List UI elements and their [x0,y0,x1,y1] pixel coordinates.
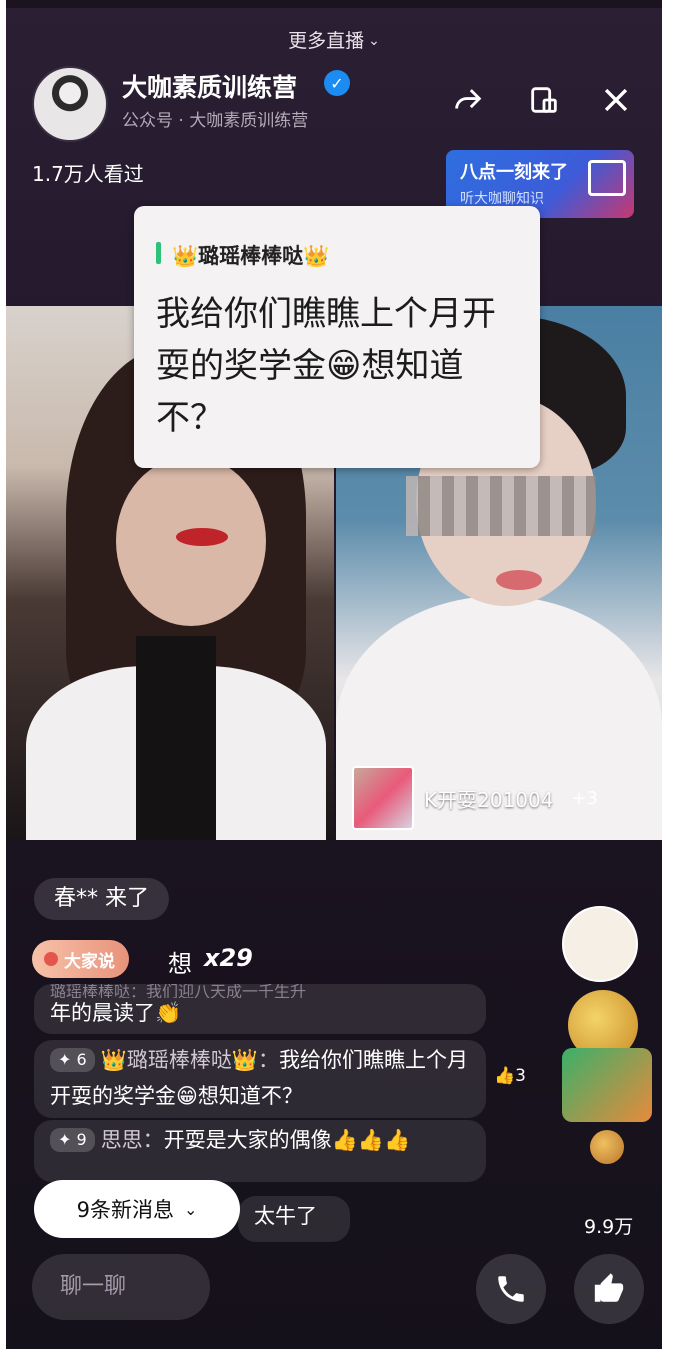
chat-message: ✦ 9 思思：开耍是大家的偶像👍👍👍 [34,1120,486,1182]
thumbs-up-icon [594,1273,624,1302]
gift-pill-label: 大家说 [64,951,115,972]
green-accent-bar [156,242,161,264]
chat-message-text: 开耍是大家的偶像👍👍👍 [163,1128,411,1152]
user-level-badge: ✦ 9 [50,1128,95,1152]
status-bar [6,0,662,8]
host-lips [176,528,228,546]
verified-badge-icon: ✓ [324,70,350,96]
chat-message: 太牛了 [238,1196,350,1242]
small-emoji-icon[interactable] [590,1130,624,1164]
total-likes: 9.9万 [584,1216,634,1238]
phone-video-icon [498,1276,524,1302]
message-like-count[interactable]: 👍3 [494,1066,526,1086]
float-window-icon [531,87,557,113]
share-icon [455,89,482,109]
chat-username[interactable]: 👑璐瑶棒棒哒👑： [101,1048,279,1072]
share-button[interactable] [446,78,490,122]
more-live-label: 更多直播 [288,30,365,52]
pinned-message-text: 我给你们瞧瞧上个月开耍的奖学金😁想知道不？ [156,294,496,438]
guest-name: K开耍201004 [424,787,554,812]
chat-message: 璐瑶棒棒哒：我们迎八天成一千生升 年的晨读了👏 [34,984,486,1034]
promo-graphic-icon [588,160,626,196]
float-window-button[interactable] [522,78,566,122]
close-icon [604,88,628,112]
new-messages-label: 9条新消息 [76,1198,174,1222]
host-jacket [136,636,216,840]
close-button[interactable] [594,78,638,122]
join-notice: 春** 来了 [34,878,169,920]
guest-extra-count: +3 [571,787,599,809]
thumbs-up-icon: 👍 [494,1066,516,1086]
guest-lips [496,570,542,590]
chat-message-text: 太牛了 [254,1204,317,1228]
chat-message-text: 年的晨读了👏 [50,1001,182,1025]
voice-call-button[interactable] [476,1254,546,1324]
guest-thumbnail [352,766,414,830]
thumbs-up-sticker-icon[interactable] [562,1048,652,1122]
pinned-message-bubble: 👑璐瑶棒棒哒👑 我给你们瞧瞧上个月开耍的奖学金😁想知道不？ [134,206,540,468]
combo-word: 想 [168,950,192,978]
host-subtitle: 公众号 · 大咖素质训练营 [122,111,309,131]
viewer-count: 1.7万人看过 [32,162,144,186]
host-avatar[interactable] [32,66,108,142]
chat-username[interactable]: 思思： [101,1128,164,1152]
gift-pill: 大家说 [32,940,129,978]
promo-subtitle: 听大咖聊知识 [460,191,544,207]
promo-title: 八点一刻来了 [460,162,568,183]
new-messages-button[interactable]: 9条新消息 ⌄ [34,1180,240,1238]
chat-faded-line: 璐瑶棒棒哒：我们迎八天成一千生升 [50,984,307,998]
like-button[interactable] [574,1254,644,1324]
gift-dot-icon [44,952,58,966]
guest-info[interactable]: K开耍201004 +3 [352,766,598,830]
user-level-badge: ✦ 6 [50,1048,95,1072]
host-name[interactable]: 大咖素质训练营 [122,68,297,104]
blurred-eyes-mask [406,476,596,536]
live-room-screen: 更多直播 ⌄ 大咖素质训练营 ✓ 公众号 · 大咖素质训练营 1.7万人看过 八点… [6,0,662,1349]
chat-input[interactable]: 聊一聊 [32,1254,210,1320]
chat-message: ✦ 6 👑璐瑶棒棒哒👑：我给你们瞧瞧上个月开耍的奖学金😁想知道不？ [34,1040,486,1118]
pinned-author: 👑璐瑶棒棒哒👑 [172,244,330,268]
more-live-dropdown[interactable]: 更多直播 ⌄ [6,26,662,53]
sticker-avatar[interactable] [562,906,638,982]
chevron-down-icon: ⌄ [368,33,380,49]
chevron-down-icon: ⌄ [183,1199,198,1219]
combo-count: x29 [204,944,253,972]
